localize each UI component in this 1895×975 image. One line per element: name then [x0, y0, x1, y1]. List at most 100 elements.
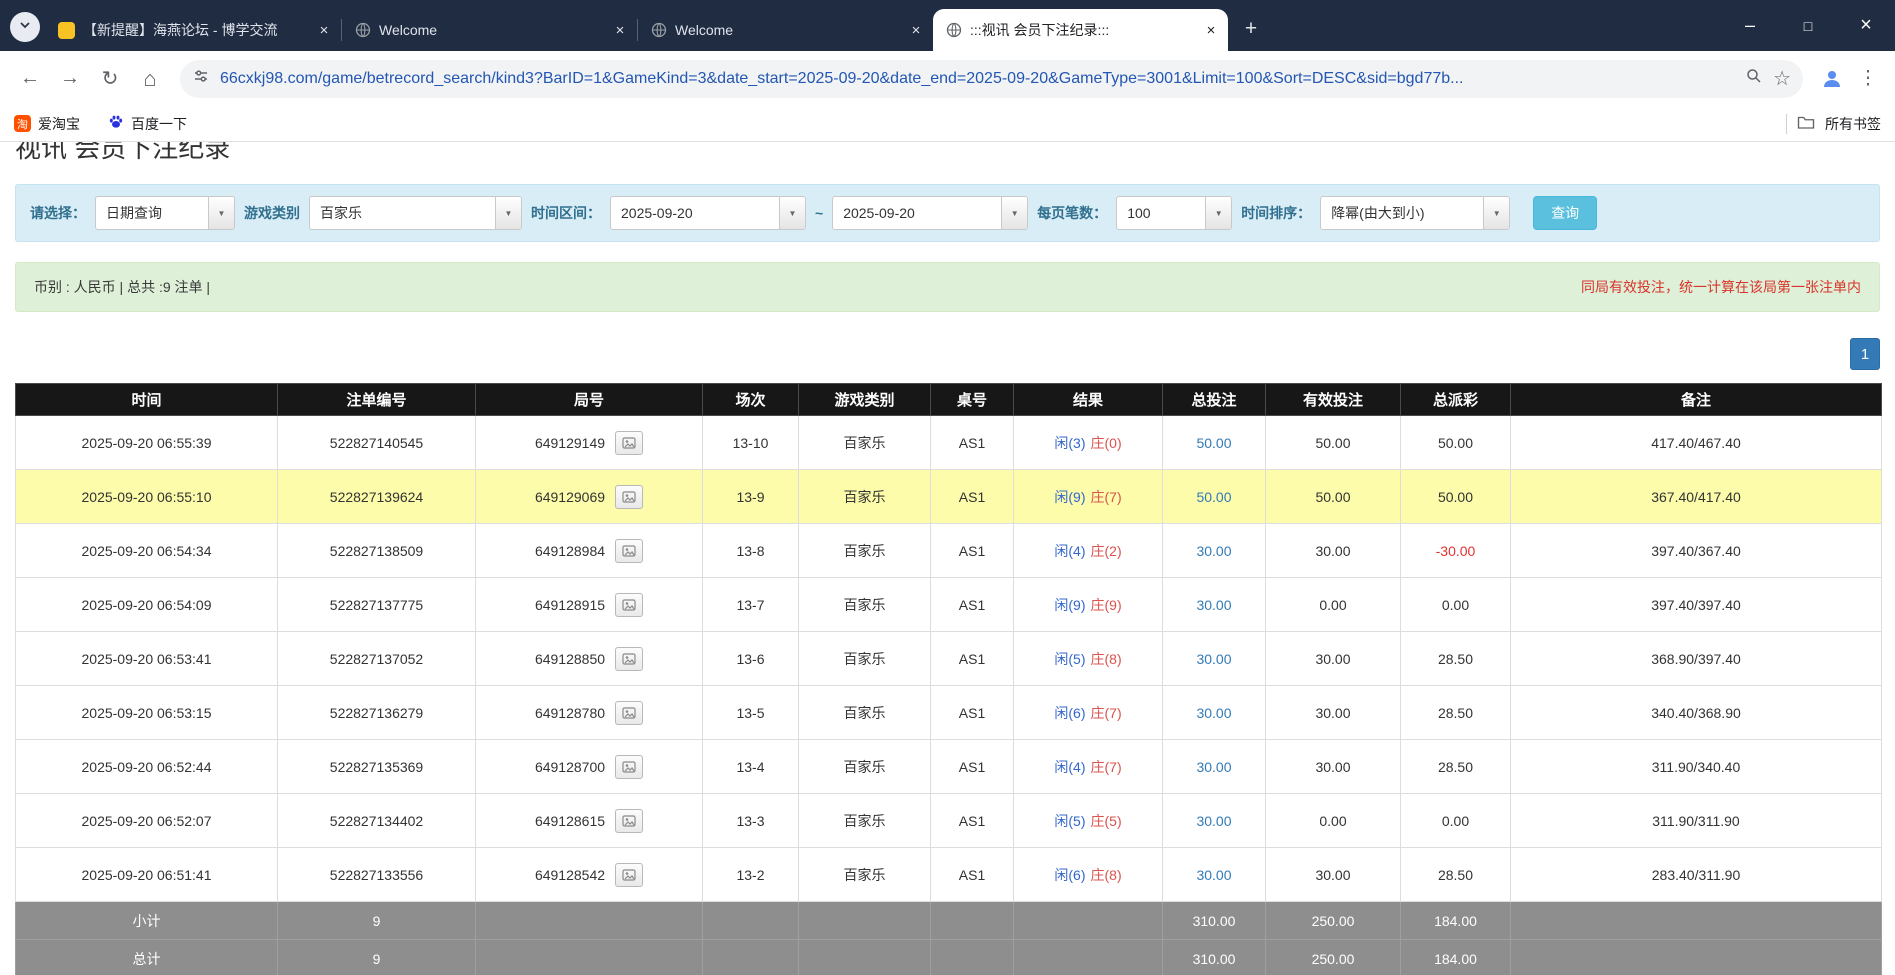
result-banker: 庄(7) [1091, 759, 1122, 775]
cell-game-type: 百家乐 [799, 470, 931, 524]
table-row: 2025-09-20 06:55:10 522827139624 6491290… [16, 470, 1882, 524]
total-bet-link[interactable]: 30.00 [1196, 705, 1231, 721]
cell-session: 13-10 [703, 416, 799, 470]
bookmark-baidu[interactable]: 百度一下 [108, 114, 187, 134]
tab-strip: 【新提醒】海燕论坛 - 博学交流 Welcome Welcome :::视讯 会… [0, 0, 1895, 51]
tab-bet-records-active[interactable]: :::视讯 会员下注纪录::: [933, 9, 1228, 51]
browser-menu-icon[interactable] [1853, 61, 1883, 97]
game-type-select[interactable]: 百家乐 [309, 196, 522, 230]
cell-total-bet: 30.00 [1163, 740, 1266, 794]
close-tab-icon[interactable] [1202, 21, 1220, 39]
cell-time: 2025-09-20 06:52:44 [16, 740, 278, 794]
cell-round: 649128615 [476, 794, 703, 848]
subtotal-row: 小计 9 310.00 250.00 184.00 [16, 902, 1882, 940]
search-button[interactable]: 查询 [1533, 196, 1597, 230]
cell-valid-bet: 30.00 [1266, 848, 1401, 902]
cell-payout: 28.50 [1401, 740, 1511, 794]
round-detail-button[interactable] [615, 863, 643, 887]
total-bet-link[interactable]: 30.00 [1196, 597, 1231, 613]
tab-welcome-2[interactable]: Welcome [638, 9, 933, 51]
cell-valid-bet: 50.00 [1266, 470, 1401, 524]
cell-result: 闲(6)庄(8) [1014, 848, 1163, 902]
cell-valid-bet: 50.00 [1266, 416, 1401, 470]
cell-game-type: 百家乐 [799, 524, 931, 578]
total-bet-link[interactable]: 30.00 [1196, 813, 1231, 829]
tab-welcome-1[interactable]: Welcome [342, 9, 637, 51]
site-info-icon[interactable] [192, 67, 210, 90]
game-type-value: 百家乐 [310, 197, 495, 229]
table-row: 2025-09-20 06:54:34 522827138509 6491289… [16, 524, 1882, 578]
back-button[interactable] [12, 61, 48, 97]
cell-session: 13-6 [703, 632, 799, 686]
round-detail-button[interactable] [615, 755, 643, 779]
profile-avatar[interactable] [1815, 62, 1849, 96]
cell-game-type: 百家乐 [799, 632, 931, 686]
date-separator: ~ [815, 205, 823, 221]
table-footer: 小计 9 310.00 250.00 184.00 总计 9 [16, 902, 1882, 975]
cell-result: 闲(4)庄(2) [1014, 524, 1163, 578]
dropdown-arrow-icon[interactable] [208, 197, 234, 229]
home-button[interactable] [132, 61, 168, 97]
cell-note: 283.40/311.90 [1511, 848, 1882, 902]
minimize-button[interactable] [1721, 0, 1779, 51]
forward-button[interactable] [52, 61, 88, 97]
total-bet-link[interactable]: 30.00 [1196, 759, 1231, 775]
sort-select[interactable]: 降幂(由大到小) [1320, 196, 1510, 230]
dropdown-arrow-icon[interactable] [1001, 197, 1027, 229]
total-total-bet: 310.00 [1163, 940, 1266, 975]
all-bookmarks[interactable]: 所有书签 [1786, 114, 1881, 134]
round-detail-button[interactable] [615, 539, 643, 563]
cell-round: 649128850 [476, 632, 703, 686]
tab-search-button[interactable] [10, 12, 40, 42]
total-bet-link[interactable]: 30.00 [1196, 651, 1231, 667]
total-bet-link[interactable]: 50.00 [1196, 489, 1231, 505]
round-detail-button[interactable] [615, 701, 643, 725]
cell-payout: -30.00 [1401, 524, 1511, 578]
close-tab-icon[interactable] [315, 21, 333, 39]
query-type-select[interactable]: 日期查询 [95, 196, 235, 230]
total-bet-link[interactable]: 30.00 [1196, 543, 1231, 559]
total-bet-link[interactable]: 30.00 [1196, 867, 1231, 883]
round-detail-button[interactable] [615, 647, 643, 671]
new-tab-button[interactable] [1236, 14, 1266, 44]
total-bet-link[interactable]: 50.00 [1196, 435, 1231, 451]
tab-forum[interactable]: 【新提醒】海燕论坛 - 博学交流 [46, 9, 341, 51]
round-detail-button[interactable] [615, 593, 643, 617]
table-row: 2025-09-20 06:54:09 522827137775 6491289… [16, 578, 1882, 632]
round-detail-button[interactable] [615, 485, 643, 509]
cell-round: 649128915 [476, 578, 703, 632]
dropdown-arrow-icon[interactable] [1483, 197, 1509, 229]
page-size-select[interactable]: 100 [1116, 196, 1232, 230]
header-table: 桌号 [931, 384, 1014, 416]
zoom-icon[interactable] [1745, 67, 1763, 90]
page-button-1[interactable]: 1 [1850, 338, 1880, 370]
close-window-button[interactable] [1837, 0, 1895, 51]
dropdown-arrow-icon[interactable] [779, 197, 805, 229]
cell-game-type: 百家乐 [799, 848, 931, 902]
browser-window: 【新提醒】海燕论坛 - 博学交流 Welcome Welcome :::视讯 会… [0, 0, 1895, 975]
date-start-select[interactable]: 2025-09-20 [610, 196, 806, 230]
filter-bar: 请选择： 日期查询 游戏类别 百家乐 时间区间： 2025-09-20 ~ 20… [15, 184, 1880, 242]
round-detail-button[interactable] [615, 431, 643, 455]
cell-bet-id: 522827137775 [278, 578, 476, 632]
cell-session: 13-2 [703, 848, 799, 902]
maximize-button[interactable] [1779, 0, 1837, 51]
close-tab-icon[interactable] [907, 21, 925, 39]
url-text[interactable]: 66cxkj98.com/game/betrecord_search/kind3… [220, 70, 1735, 88]
cell-table: AS1 [931, 794, 1014, 848]
cell-time: 2025-09-20 06:52:07 [16, 794, 278, 848]
dropdown-arrow-icon[interactable] [495, 197, 521, 229]
divider [1786, 114, 1787, 134]
date-range-label: 时间区间： [531, 203, 601, 223]
address-bar[interactable]: 66cxkj98.com/game/betrecord_search/kind3… [180, 60, 1803, 98]
round-detail-button[interactable] [615, 809, 643, 833]
close-tab-icon[interactable] [611, 21, 629, 39]
cell-session: 13-7 [703, 578, 799, 632]
reload-button[interactable] [92, 61, 128, 97]
date-end-select[interactable]: 2025-09-20 [832, 196, 1028, 230]
cell-time: 2025-09-20 06:53:41 [16, 632, 278, 686]
bookmark-taobao[interactable]: 爱淘宝 [14, 114, 80, 134]
bookmark-label: 爱淘宝 [38, 114, 80, 134]
bookmark-star-icon[interactable] [1773, 66, 1791, 91]
dropdown-arrow-icon[interactable] [1205, 197, 1231, 229]
